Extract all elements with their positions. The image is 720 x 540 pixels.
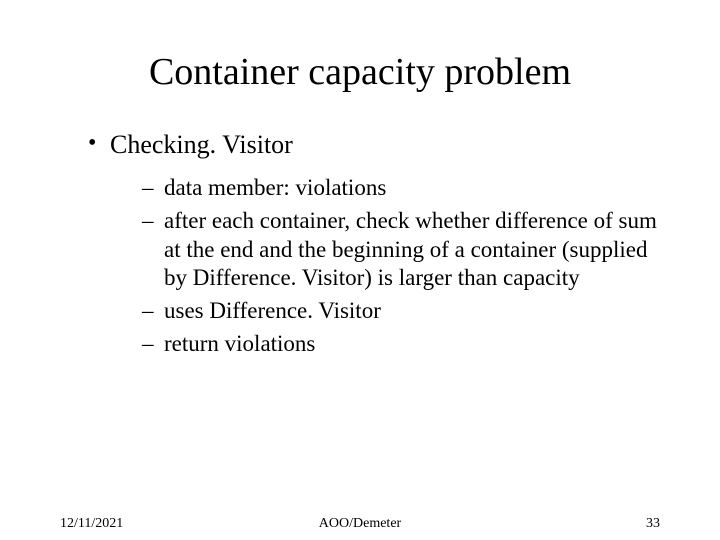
list-item: data member: violations (142, 174, 660, 203)
list-item: return violations (142, 330, 660, 359)
footer-center: AOO/Demeter (0, 516, 720, 532)
slide: Container capacity problem Checking. Vis… (0, 0, 720, 540)
list-item: uses Difference. Visitor (142, 297, 660, 326)
bullet-list-level2: data member: violations after each conta… (110, 174, 660, 359)
bullet-text: Checking. Visitor (110, 130, 293, 159)
slide-title: Container capacity problem (60, 50, 660, 94)
bullet-list-level1: Checking. Visitor data member: violation… (60, 130, 660, 359)
bullet-text: data member: violations (164, 175, 386, 200)
bullet-text: after each container, check whether diff… (164, 208, 657, 291)
footer-page-number: 33 (646, 516, 660, 532)
bullet-text: uses Difference. Visitor (164, 298, 381, 323)
list-item: after each container, check whether diff… (142, 207, 660, 293)
bullet-text: return violations (164, 331, 315, 356)
list-item: Checking. Visitor data member: violation… (88, 130, 660, 359)
